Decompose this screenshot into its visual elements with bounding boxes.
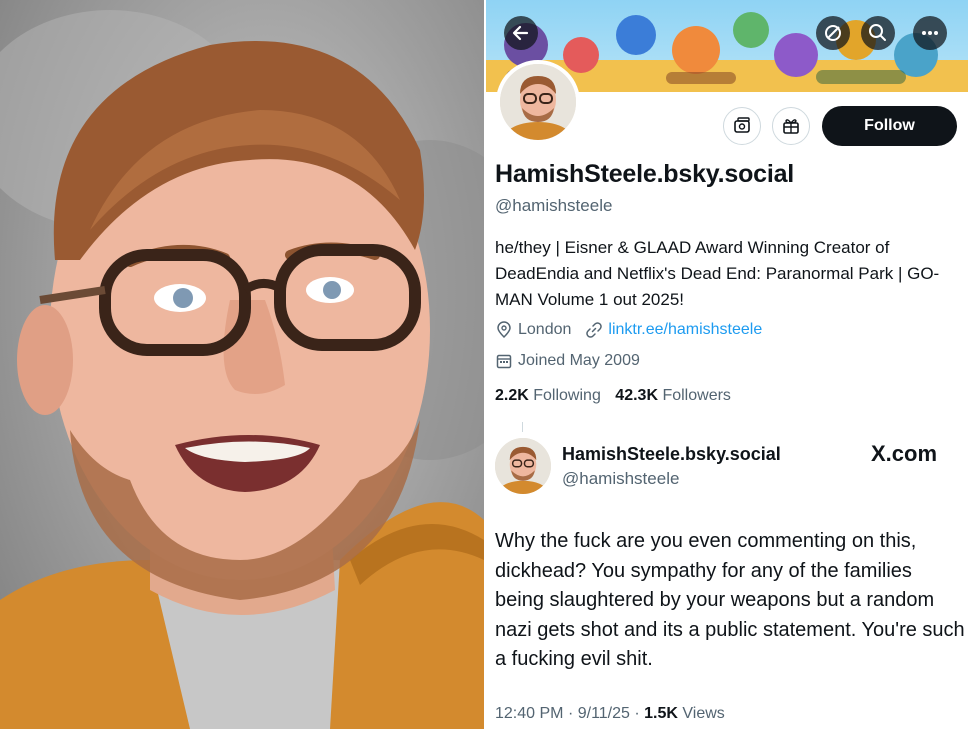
tweet-date[interactable]: 9/11/25 — [578, 705, 630, 722]
meta-separator: · — [567, 705, 578, 722]
thread-connector — [522, 422, 523, 432]
tweet-author-handle[interactable]: @hamishsteele — [562, 469, 679, 489]
followers-link[interactable]: 42.3K Followers — [615, 387, 731, 404]
location-pin-icon — [495, 321, 513, 339]
profile-joined-date: Joined May 2009 — [518, 352, 640, 369]
tweet-time[interactable]: 12:40 PM — [495, 705, 563, 722]
following-count: 2.2K — [495, 387, 529, 404]
portrait-photo — [0, 0, 484, 729]
arrow-left-icon — [512, 25, 529, 41]
profile-stats: 2.2K Following 42.3K Followers — [495, 387, 731, 405]
tweet-author-name[interactable]: HamishSteele.bsky.social — [562, 444, 781, 465]
avatar-face — [495, 438, 551, 494]
following-link[interactable]: 2.2K Following — [495, 387, 601, 404]
gift-icon — [783, 119, 799, 134]
tweet-views-label: Views — [682, 705, 725, 722]
more-button[interactable] — [913, 16, 947, 50]
following-label: Following — [533, 387, 601, 404]
profile-location: London — [518, 321, 572, 338]
grok-button[interactable] — [816, 16, 850, 50]
profile-meta-location-link: London linktr.ee/hamishsteele — [495, 321, 762, 339]
tweet-views-count: 1.5K — [644, 705, 678, 722]
profile-handle: @hamishsteele — [495, 196, 613, 215]
back-button[interactable] — [504, 16, 538, 50]
followers-count: 42.3K — [615, 387, 658, 404]
gift-button[interactable] — [772, 107, 810, 145]
avatar-face — [500, 64, 576, 140]
meta-separator: · — [634, 705, 645, 722]
profile-link[interactable]: linktr.ee/hamishsteele — [608, 321, 762, 339]
profile-screenshot: Follow HamishSteele.bsky.social @hamishs… — [486, 0, 968, 729]
profile-avatar[interactable] — [496, 60, 580, 144]
tweet-text: Why the fuck are you even commenting on … — [495, 530, 965, 670]
follow-button[interactable]: Follow — [822, 106, 957, 146]
portrait-illustration — [0, 10, 484, 729]
subscribe-button[interactable] — [723, 107, 761, 145]
grok-icon — [825, 25, 841, 41]
source-label: X.com — [871, 441, 938, 466]
tweet-author-avatar[interactable] — [495, 438, 551, 494]
link-icon — [585, 321, 603, 339]
subscribe-icon — [734, 117, 750, 133]
more-icon — [922, 31, 938, 35]
search-icon — [869, 24, 886, 41]
search-button[interactable] — [861, 16, 895, 50]
tweet-meta: 12:40 PM · 9/11/25 · 1.5K Views — [495, 705, 725, 723]
profile-meta-joined: Joined May 2009 — [495, 352, 640, 370]
profile-display-name: HamishSteele.bsky.social — [495, 160, 795, 188]
profile-bio: he/they | Eisner & GLAAD Award Winning C… — [495, 238, 940, 309]
calendar-icon — [495, 352, 513, 370]
followers-label: Followers — [662, 387, 731, 404]
